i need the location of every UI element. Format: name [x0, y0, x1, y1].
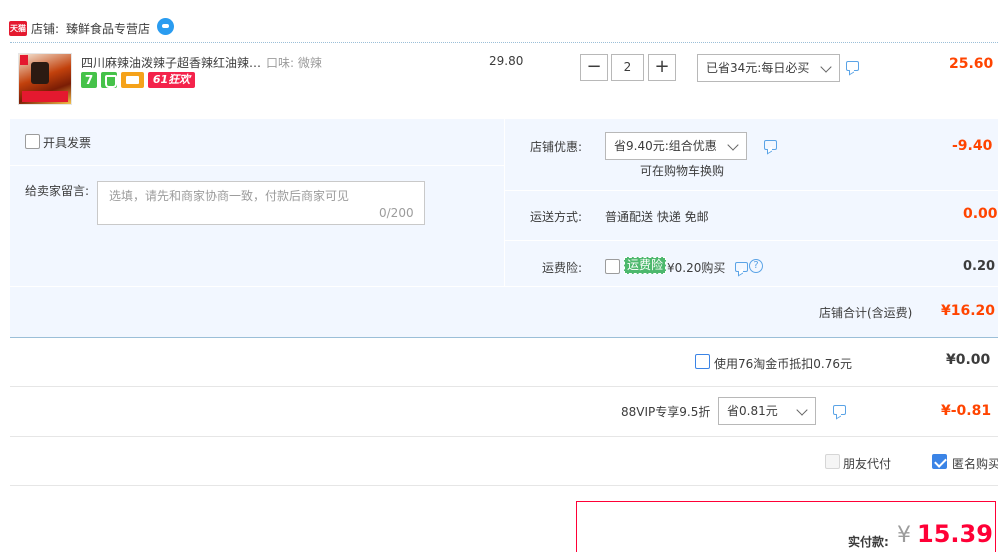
payment-amount: 15.39 — [917, 520, 993, 548]
insurance-label: 运费险: — [542, 261, 583, 275]
store-discount-note: 可在购物车换购 — [640, 164, 725, 178]
payment-label: 实付款: — [848, 535, 889, 549]
seven-day-return-icon: 7 — [81, 72, 97, 88]
tmall-logo: 天猫 — [9, 21, 27, 36]
store-discount-label: 店铺优惠: — [530, 140, 583, 154]
row-divider — [505, 240, 998, 241]
store-discount-select[interactable]: 省9.40元:组合优惠 — [605, 132, 747, 160]
chevron-down-icon — [796, 404, 808, 416]
quantity-increase-button[interactable]: + — [648, 54, 676, 81]
vip-discount-value: 省0.81元 — [727, 404, 778, 418]
coin-checkbox[interactable] — [695, 354, 710, 369]
row-divider — [10, 165, 504, 166]
shipping-method: 普通配送 快递 免邮 — [605, 210, 709, 224]
memo-char-count: 0/200 — [379, 206, 414, 220]
anonymous-label: 匿名购买 — [952, 457, 998, 471]
coin-amount: ¥0.00 — [946, 352, 991, 368]
store-total-label: 店铺合计(含运费) — [819, 306, 913, 320]
row-divider — [505, 190, 998, 191]
memo-placeholder: 选填，请先和商家协商一致，付款后商家可见 — [109, 189, 350, 203]
anonymous-checkbox[interactable] — [932, 454, 947, 469]
store-divider — [10, 42, 998, 43]
product-thumbnail[interactable] — [18, 53, 72, 105]
store-discount-amount: -9.40 — [952, 138, 993, 154]
guarantee-icon — [101, 72, 117, 88]
item-total: 25.60 — [949, 56, 994, 72]
vip-discount-select[interactable]: 省0.81元 — [718, 397, 816, 425]
chat-bubble-icon[interactable] — [157, 18, 174, 35]
comment-icon[interactable] — [846, 61, 859, 71]
row-divider — [10, 485, 998, 486]
item-discount-value: 已省34元:每日必买 — [706, 61, 810, 75]
chevron-down-icon — [727, 139, 739, 151]
friend-pay-checkbox[interactable] — [825, 454, 840, 469]
vip-label: 88VIP专享9.5折 — [621, 405, 711, 419]
store-label: 店铺: — [31, 22, 60, 36]
credit-card-icon — [121, 72, 144, 88]
row-divider — [10, 286, 998, 287]
currency-symbol: ¥ — [897, 523, 911, 548]
insurance-amount: 0.20 — [963, 259, 996, 274]
quantity-input[interactable]: 2 — [611, 54, 644, 81]
insurance-price: ¥0.20购买 — [667, 261, 726, 275]
product-sku: 口味: 微辣 — [266, 56, 322, 70]
shipping-amount: 0.00 — [963, 206, 998, 222]
invoice-checkbox[interactable] — [25, 134, 40, 149]
help-icon[interactable]: ? — [749, 259, 763, 273]
insurance-tag: 运费险 — [624, 257, 667, 274]
row-divider — [10, 386, 998, 387]
comment-icon[interactable] — [833, 405, 846, 415]
unit-price: 29.80 — [489, 54, 524, 68]
store-total-amount: ¥16.20 — [941, 303, 996, 319]
coin-label: 使用76淘金币抵扣0.76元 — [714, 357, 852, 371]
vip-discount-amount: ¥-0.81 — [941, 403, 992, 419]
comment-icon[interactable] — [735, 262, 748, 272]
column-divider — [504, 119, 505, 286]
insurance-checkbox[interactable] — [605, 259, 620, 274]
promo-badge: 61狂欢 — [148, 72, 195, 88]
store-discount-value: 省9.40元:组合优惠 — [614, 139, 717, 153]
item-discount-select[interactable]: 已省34元:每日必买 — [697, 54, 840, 82]
comment-icon[interactable] — [764, 140, 777, 150]
store-name-link[interactable]: 臻鲜食品专营店 — [66, 20, 150, 37]
invoice-label: 开具发票 — [43, 136, 92, 150]
product-title-link[interactable]: 四川麻辣油泼辣子超香辣红油辣椒酱 — [81, 54, 263, 71]
panel-bottom-border — [10, 337, 998, 338]
chevron-down-icon — [820, 61, 832, 73]
quantity-decrease-button[interactable]: − — [580, 54, 608, 81]
friend-pay-label: 朋友代付 — [843, 457, 892, 471]
row-divider — [10, 436, 998, 437]
shipping-label: 运送方式: — [530, 210, 583, 224]
memo-label: 给卖家留言: — [25, 184, 90, 198]
